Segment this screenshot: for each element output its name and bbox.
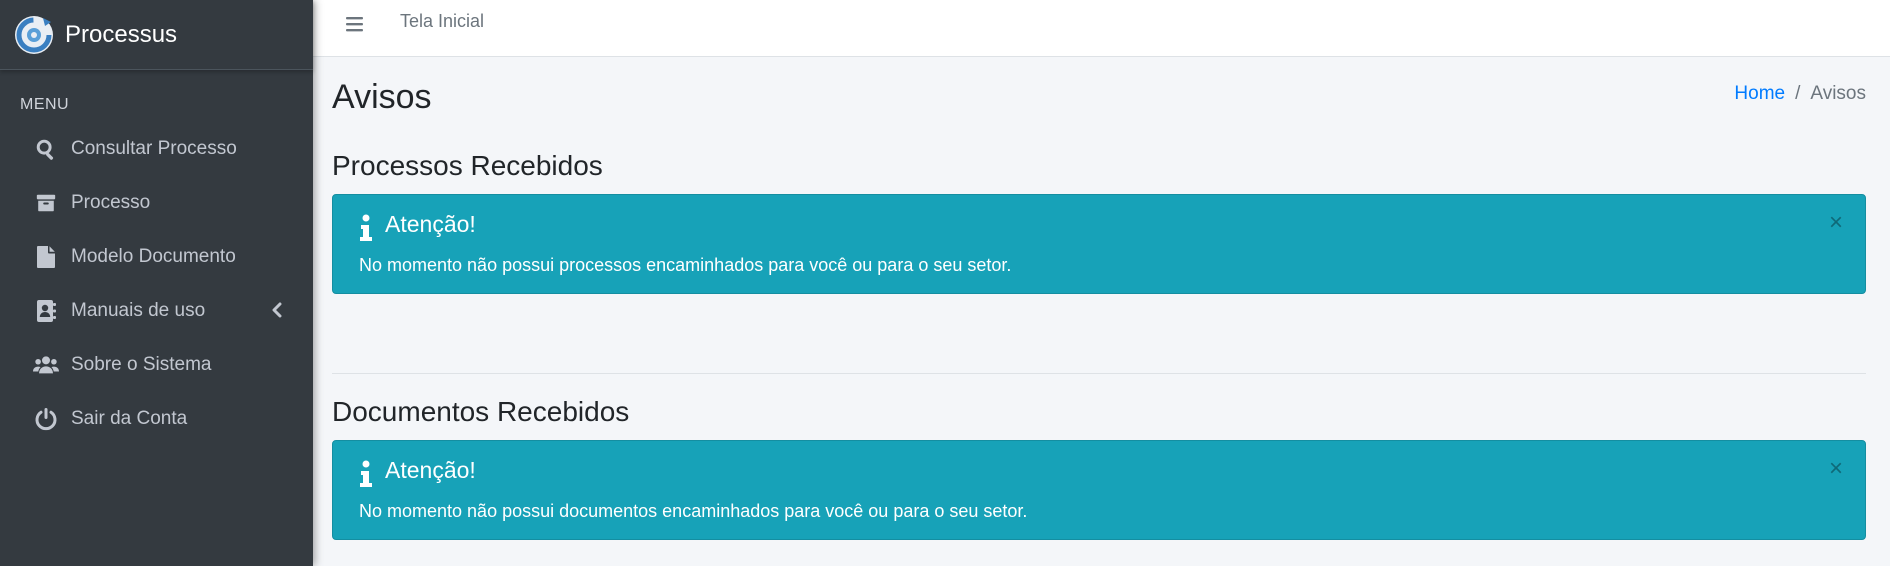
info-icon — [360, 214, 372, 241]
alert-heading: Atenção! — [385, 211, 476, 237]
sidebar-item-label: Modelo Documento — [71, 246, 236, 267]
page-title: Avisos — [332, 78, 432, 116]
sidebar-item-sair-da-conta[interactable]: Sair da Conta — [0, 392, 313, 446]
sidebar-item-label: Consultar Processo — [71, 138, 237, 159]
breadcrumb-current: Avisos — [1810, 83, 1866, 104]
hamburger-menu-icon[interactable] — [343, 12, 367, 36]
breadcrumb-separator: / — [1795, 83, 1801, 104]
sidebar-item-consultar-processo[interactable]: Consultar Processo — [0, 122, 313, 176]
info-icon — [360, 460, 372, 487]
brand-link[interactable]: Processus — [0, 0, 313, 70]
section-divider — [332, 373, 1866, 374]
sidebar-nav: Consultar Processo Processo Modelo Docum… — [0, 122, 313, 446]
nav-link-tela-inicial[interactable]: Tela Inicial — [400, 11, 484, 32]
breadcrumb: Home / Avisos — [1734, 83, 1866, 105]
chevron-left-icon[interactable] — [271, 302, 283, 324]
users-icon — [33, 352, 59, 378]
power-icon — [33, 406, 59, 432]
search-icon — [33, 136, 59, 162]
alert-heading: Atenção! — [385, 457, 476, 483]
top-navbar: Tela Inicial — [313, 0, 1890, 57]
address-book-icon — [33, 298, 59, 324]
file-icon — [33, 244, 59, 270]
close-icon[interactable]: × — [1829, 457, 1843, 481]
sidebar-item-label: Manuais de uso — [71, 300, 206, 321]
brand-name: Processus — [65, 20, 178, 48]
alert-message: No momento não possui documentos encamin… — [359, 501, 1028, 521]
main-sidebar: Processus MENU Consultar Processo Proces… — [0, 0, 313, 566]
archive-icon — [33, 190, 59, 216]
section-title-processos: Processos Recebidos — [332, 150, 603, 181]
alert-message: No momento não possui processos encaminh… — [359, 255, 1012, 275]
alert-processos: Atenção! No momento não possui processos… — [332, 194, 1866, 294]
sidebar-item-modelo-documento[interactable]: Modelo Documento — [0, 230, 313, 284]
sidebar-item-label: Sobre o Sistema — [71, 354, 212, 375]
section-title-documentos: Documentos Recebidos — [332, 396, 630, 427]
brand-logo-icon — [15, 15, 53, 54]
breadcrumb-home-link[interactable]: Home — [1734, 83, 1785, 104]
sidebar-item-manuais-de-uso[interactable]: Manuais de uso — [0, 284, 313, 338]
sidebar-item-sobre-o-sistema[interactable]: Sobre o Sistema — [0, 338, 313, 392]
alert-documentos: Atenção! No momento não possui documento… — [332, 440, 1866, 540]
sidebar-item-label: Sair da Conta — [71, 408, 188, 429]
close-icon[interactable]: × — [1829, 211, 1843, 235]
sidebar-item-label: Processo — [71, 192, 151, 213]
menu-header: MENU — [20, 96, 70, 113]
sidebar-item-processo[interactable]: Processo — [0, 176, 313, 230]
